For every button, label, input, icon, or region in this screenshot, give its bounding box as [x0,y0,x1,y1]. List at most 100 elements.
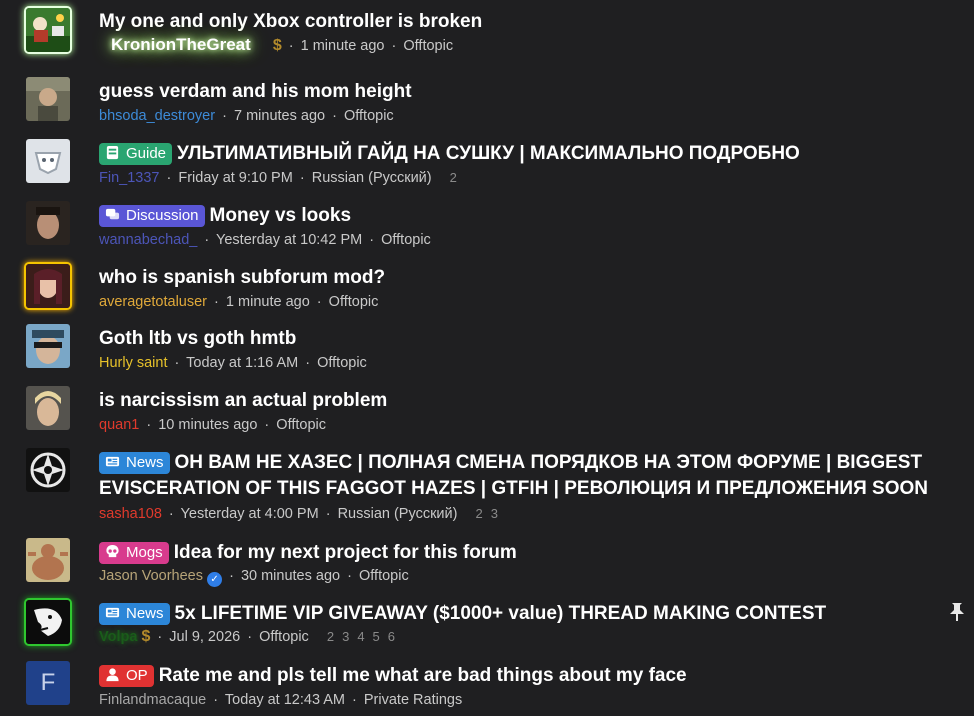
page-link[interactable]: 2 [475,506,482,521]
thread-meta: Volpa $ · Jul 9, 2026 · Offtopic 23456 [99,628,403,646]
page-link[interactable]: 4 [357,629,364,644]
thread-forum[interactable]: Offtopic [344,108,394,124]
separator: · [247,629,253,645]
user-avatar[interactable] [26,8,70,52]
thread-forum[interactable]: Russian (Русский) [338,506,458,522]
thread-time[interactable]: 7 minutes ago [234,108,325,124]
book-icon [106,145,119,160]
thread-time[interactable]: Jul 9, 2026 [169,629,240,645]
separator: · [204,232,210,248]
page-links: 23456 [327,629,403,644]
thread-time[interactable]: 1 minute ago [301,38,385,54]
thread-forum[interactable]: Offtopic [317,355,367,371]
thread-time[interactable]: 30 minutes ago [241,568,340,584]
thread-meta: averagetotaluser · 1 minute ago · Offtop… [99,293,378,311]
separator: · [299,170,305,186]
separator: · [325,506,331,522]
thread-title[interactable]: Money vs looks [210,205,352,226]
thread-author[interactable]: Fin_1337 [99,170,159,186]
thread-forum[interactable]: Russian (Русский) [312,170,432,186]
prefix-discussion-badge[interactable]: Discussion [99,205,205,227]
prefix-label: Discussion [126,207,199,224]
thread-time[interactable]: 10 minutes ago [158,417,257,433]
thread-forum[interactable]: Private Ratings [364,692,462,708]
thread-meta: wannabechad_ · Yesterday at 10:42 PM · O… [99,231,431,249]
prefix-op-badge[interactable]: OP [99,665,154,687]
thread-time[interactable]: Today at 12:43 AM [225,692,345,708]
page-link[interactable]: 3 [342,629,349,644]
thread-title[interactable]: guess verdam and his mom height [99,81,412,102]
user-avatar[interactable] [26,201,70,245]
thread-forum[interactable]: Offtopic [259,629,309,645]
thread-time[interactable]: Yesterday at 4:00 PM [181,506,319,522]
page-link[interactable]: 3 [491,506,498,521]
verified-badge-icon: ✓ [207,572,223,587]
user-avatar[interactable] [26,386,70,430]
user-avatar[interactable] [26,600,70,644]
prefix-mogs-badge[interactable]: Mogs [99,542,169,564]
thread-title[interactable]: Rate me and pls tell me what are bad thi… [159,665,687,686]
thread-title-line: My one and only Xbox controller is broke… [99,9,946,35]
thread-title-line: Goth ltb vs goth hmtb [99,326,946,352]
thread-title-line: News ОН ВАМ НЕ ХАЗЕС | ПОЛНАЯ СМЕНА ПОРЯД… [99,450,946,502]
thread-title-line: News 5x LIFETIME VIP GIVEAWAY ($1000+ val… [99,601,946,627]
person-icon [106,668,119,682]
thread-title[interactable]: My one and only Xbox controller is broke… [99,11,482,32]
page-links: 23 [475,506,505,521]
user-avatar[interactable] [26,448,70,492]
page-link[interactable]: 2 [450,170,457,185]
thread-author[interactable]: Jason Voorhees [99,568,203,584]
separator: · [174,355,180,371]
separator: · [305,355,311,371]
user-avatar[interactable]: F [26,661,70,705]
thread-author[interactable]: bhsoda_destroyer [99,108,215,124]
thread-author[interactable]: sasha108 [99,506,162,522]
prefix-label: News [126,454,164,471]
newspaper-icon [105,456,120,467]
thread-title[interactable]: is narcissism an actual problem [99,390,387,411]
page-link[interactable]: 6 [388,629,395,644]
thread-forum[interactable]: Offtopic [359,568,409,584]
thread-author[interactable]: wannabechad_ [99,232,197,248]
thread-time[interactable]: Friday at 9:10 PM [178,170,292,186]
thread-title[interactable]: УЛЬТИМАТИВНЫЙ ГАЙД НА СУШКУ | МАКСИМАЛЬН… [177,143,800,164]
thread-title[interactable]: Idea for my next project for this forum [174,542,517,563]
thread-time[interactable]: Yesterday at 10:42 PM [216,232,362,248]
thread-time[interactable]: 1 minute ago [226,294,310,310]
page-link[interactable]: 5 [373,629,380,644]
user-avatar[interactable] [26,77,70,121]
thread-meta: Fin_1337 · Friday at 9:10 PM · Russian (… [99,169,465,187]
prefix-label: News [126,605,164,622]
thread-author[interactable]: Finlandmacaque [99,692,206,708]
user-avatar[interactable] [26,264,70,308]
user-avatar[interactable] [26,139,70,183]
thread-author[interactable]: quan1 [99,417,139,433]
page-link[interactable]: 2 [327,629,334,644]
prefix-guide-badge[interactable]: Guide [99,143,173,165]
thread-author[interactable]: Volpa [99,629,137,645]
prefix-label: Guide [126,145,167,162]
thread-title[interactable]: 5x LIFETIME VIP GIVEAWAY ($1000+ value) … [175,603,827,624]
thread-title[interactable]: who is spanish subforum mod? [99,267,385,288]
thread-forum[interactable]: Offtopic [403,38,453,54]
thread-author[interactable]: averagetotaluser [99,294,207,310]
dollar-icon: $ [141,628,151,645]
user-avatar[interactable] [26,538,70,582]
user-avatar[interactable] [26,324,70,368]
separator: · [332,108,337,124]
thread-title-line: is narcissism an actual problem [99,388,946,414]
thread-title[interactable]: ОН ВАМ НЕ ХАЗЕС | ПОЛНАЯ СМЕНА ПОРЯДКОВ … [99,452,928,499]
thread-forum[interactable]: Offtopic [329,294,379,310]
thread-author[interactable]: Hurly saint [99,355,168,371]
separator: · [316,294,322,310]
prefix-news-badge[interactable]: News [99,452,170,474]
thread-title[interactable]: Goth ltb vs goth hmtb [99,328,296,349]
thread-forum[interactable]: Offtopic [381,232,431,248]
thread-forum[interactable]: Offtopic [276,417,326,433]
separator: · [222,108,227,124]
thread-title-line: Discussion Money vs looks [99,203,946,229]
thread-title-line: guess verdam and his mom height [99,79,946,105]
thread-author[interactable]: KronionTheGreat [111,36,251,54]
thread-time[interactable]: Today at 1:16 AM [186,355,298,371]
prefix-news-badge[interactable]: News [99,603,170,625]
